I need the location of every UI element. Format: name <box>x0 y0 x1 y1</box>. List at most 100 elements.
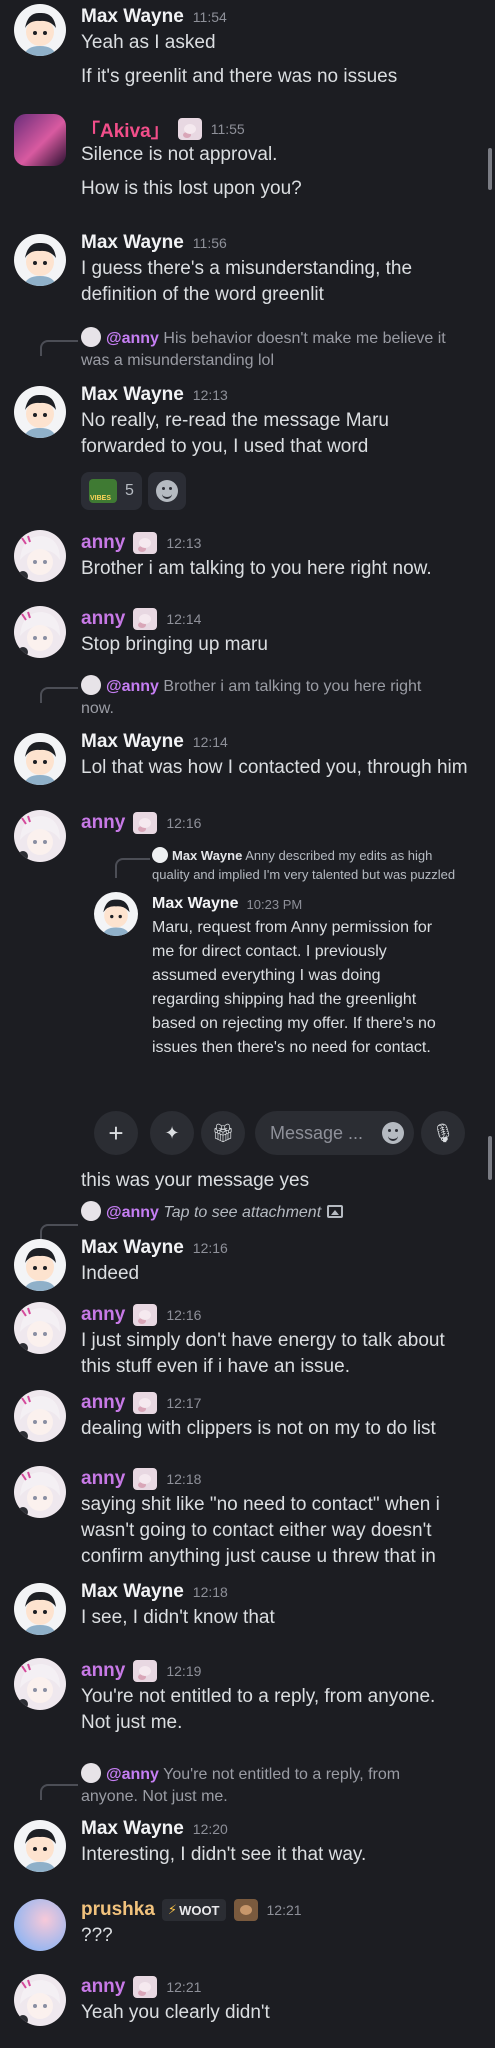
reply-avatar <box>152 847 168 863</box>
reply-avatar <box>81 327 101 347</box>
mention[interactable]: @anny <box>106 330 159 347</box>
reply-text: now. <box>81 700 114 717</box>
username[interactable]: anny <box>81 1392 125 1414</box>
reply-preview[interactable]: @anny Tap to see attachment <box>81 1201 487 1224</box>
role-icon <box>133 1976 158 1998</box>
username[interactable]: anny <box>81 1976 125 1998</box>
username[interactable]: anny <box>81 812 125 834</box>
timestamp: 12:16 <box>192 1240 228 1256</box>
role-icon <box>233 1899 258 1921</box>
username[interactable]: Max Wayne <box>81 384 184 406</box>
server-tag: ⚡ WOOT <box>161 1899 226 1921</box>
username[interactable]: Max Wayne <box>81 731 184 753</box>
reply-preview[interactable]: @anny You're not entitled to a reply, fr… <box>81 1763 487 1808</box>
avatar[interactable] <box>14 1390 66 1442</box>
avatar[interactable] <box>14 114 66 166</box>
avatar[interactable] <box>14 1583 66 1635</box>
reply-connector <box>115 858 150 878</box>
message-text: wasn't going to contact either way doesn… <box>81 1520 432 1541</box>
chat-view[interactable]: Max Wayne 11:54 Yeah as I asked If it's g… <box>0 0 495 2048</box>
apps-icon: ✦ <box>164 1122 180 1143</box>
username[interactable]: prushka <box>81 1899 155 1921</box>
reply-avatar <box>81 675 101 695</box>
avatar[interactable] <box>14 530 66 582</box>
message-composer: + ✦ 🎁︎ 🎙︎ <box>0 1098 495 1168</box>
microphone-button[interactable]: 🎙︎ <box>421 1111 465 1155</box>
add-button[interactable]: + <box>94 1111 138 1155</box>
reply-connector <box>40 1784 78 1800</box>
reactions-bar: 5 <box>81 472 186 510</box>
avatar[interactable] <box>14 1899 66 1951</box>
username[interactable]: anny <box>81 1660 125 1682</box>
username[interactable]: Max Wayne <box>81 1818 184 1840</box>
reply-text: You're not entitled to a reply, from <box>163 1766 401 1783</box>
message-text: Yeah as I asked <box>81 32 216 53</box>
username[interactable]: Max Wayne <box>81 6 184 28</box>
avatar[interactable] <box>14 4 66 56</box>
avatar[interactable] <box>14 234 66 286</box>
forwarded-message[interactable]: Max Wayne Anny described my edits as hig… <box>0 846 495 1066</box>
gift-icon: 🎁︎ <box>211 1122 235 1143</box>
message-text: forwarded to you, I used that word <box>81 436 369 457</box>
avatar[interactable] <box>14 1820 66 1872</box>
scrollbar-thumb[interactable] <box>488 148 492 190</box>
username[interactable]: anny <box>81 1468 125 1490</box>
avatar[interactable] <box>14 386 66 438</box>
avatar[interactable] <box>14 1239 66 1291</box>
message-text: Not just me. <box>81 1712 183 1733</box>
reaction-vibes[interactable]: 5 <box>81 472 142 510</box>
message-text: I see, I didn't know that <box>81 1607 275 1628</box>
role-icon <box>133 1392 158 1414</box>
gift-button[interactable]: 🎁︎ <box>201 1111 245 1155</box>
message-text: confirm anything just cause u threw that… <box>81 1546 436 1567</box>
message-text: Yeah you clearly didn't <box>81 2002 270 2023</box>
timestamp: 12:18 <box>192 1584 228 1600</box>
mention[interactable]: @anny <box>106 1766 159 1783</box>
username[interactable]: Max Wayne <box>81 232 184 254</box>
username[interactable]: Max Wayne <box>152 895 239 913</box>
avatar[interactable] <box>14 1302 66 1354</box>
role-icon <box>133 812 158 834</box>
reply-avatar <box>81 1763 101 1783</box>
role-icon <box>133 1660 158 1682</box>
username[interactable]: anny <box>81 608 125 630</box>
username[interactable]: 「Akiva」 <box>81 116 170 143</box>
avatar[interactable] <box>14 733 66 785</box>
reply-text: Tap to see attachment <box>163 1204 322 1221</box>
message-text: How is this lost upon you? <box>81 178 302 199</box>
timestamp: 12:21 <box>266 1902 302 1918</box>
scrollbar-thumb[interactable] <box>488 1136 492 1180</box>
avatar[interactable] <box>14 1466 66 1518</box>
message-text: No really, re-read the message Maru <box>81 410 389 431</box>
reply-text: Brother i am talking to you here right <box>163 678 422 695</box>
avatar[interactable] <box>14 606 66 658</box>
username[interactable]: Max Wayne <box>81 1237 184 1259</box>
reply-text: anyone. Not just me. <box>81 1788 228 1805</box>
reply-text: Anny described my edits as high <box>245 848 433 863</box>
message-text: Silence is not approval. <box>81 144 278 165</box>
mention[interactable]: @anny <box>106 678 159 695</box>
username[interactable]: Max Wayne <box>81 1581 184 1603</box>
emoji-icon[interactable] <box>382 1122 404 1144</box>
username[interactable]: anny <box>81 532 125 554</box>
lightning-icon: ⚡ <box>167 1902 178 1917</box>
mention[interactable]: @anny <box>106 1204 159 1221</box>
avatar[interactable] <box>14 1974 66 2026</box>
timestamp: 12:16 <box>166 1307 202 1323</box>
reply-text: His behavior doesn't make me believe it <box>163 330 446 347</box>
avatar[interactable] <box>14 1658 66 1710</box>
reply-preview[interactable]: @anny Brother i am talking to you here r… <box>81 675 487 720</box>
role-icon <box>133 532 158 554</box>
username[interactable]: anny <box>81 1304 125 1326</box>
reply-connector <box>40 1224 78 1240</box>
timestamp: 10:23 PM <box>246 896 303 912</box>
message-input-wrap[interactable] <box>255 1111 414 1155</box>
timestamp: 12:13 <box>166 535 202 551</box>
forwarded-text: Maru, request from Anny permission for m… <box>152 919 436 1056</box>
reply-preview[interactable]: @anny His behavior doesn't make me belie… <box>81 327 487 372</box>
message-input[interactable] <box>270 1111 370 1155</box>
forward-reply-preview[interactable]: Max Wayne Anny described my edits as hig… <box>152 846 485 884</box>
add-reaction-button[interactable] <box>147 472 186 510</box>
apps-button[interactable]: ✦ <box>150 1111 194 1155</box>
avatar[interactable] <box>94 892 138 936</box>
